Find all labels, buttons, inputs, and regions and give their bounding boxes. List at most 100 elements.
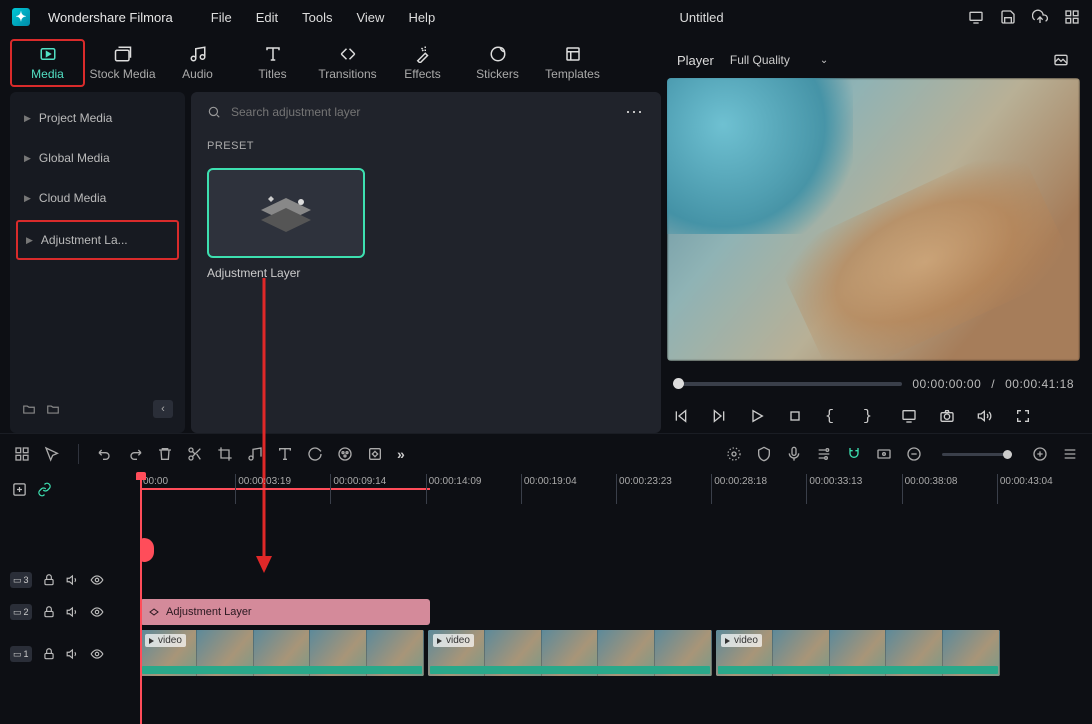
preset-card-adjustment-layer[interactable]: Adjustment Layer [207, 168, 365, 280]
mic-icon[interactable] [786, 446, 802, 462]
redo-icon[interactable] [127, 446, 143, 462]
mute-icon[interactable] [66, 647, 80, 661]
video-clip[interactable]: video [140, 630, 424, 676]
track-badge[interactable]: ▭2 [10, 604, 32, 620]
sidebar: ▶Project Media ▶Global Media ▶Cloud Medi… [10, 92, 185, 433]
mute-icon[interactable] [66, 605, 80, 619]
speed-icon[interactable] [247, 446, 263, 462]
tab-label: Audio [182, 67, 213, 81]
undo-icon[interactable] [97, 446, 113, 462]
stop-icon[interactable] [787, 408, 803, 424]
seek-slider[interactable] [673, 382, 902, 386]
tab-stickers[interactable]: Stickers [460, 41, 535, 85]
tab-label: Templates [545, 67, 600, 81]
prev-frame-icon[interactable] [673, 408, 689, 424]
fullscreen-icon[interactable] [1015, 408, 1031, 424]
sidebar-item-project-media[interactable]: ▶Project Media [10, 98, 185, 138]
menu-help[interactable]: Help [408, 10, 435, 25]
ruler-tick: 00:00:23:23 [619, 476, 672, 487]
snapshot-icon[interactable] [1052, 52, 1070, 68]
zoom-slider[interactable] [942, 453, 1012, 456]
cut-icon[interactable] [187, 446, 203, 462]
menu-view[interactable]: View [356, 10, 384, 25]
delete-icon[interactable] [157, 446, 173, 462]
volume-icon[interactable] [977, 408, 993, 424]
visibility-icon[interactable] [90, 647, 104, 661]
tab-transitions[interactable]: Transitions [310, 41, 385, 85]
camera-icon[interactable] [939, 408, 955, 424]
tab-media[interactable]: Media [10, 39, 85, 87]
sidebar-footer: ‹ [10, 391, 185, 427]
track-content-2[interactable]: Adjustment Layer [140, 596, 1092, 628]
quality-dropdown[interactable]: Full Quality ⌄ [730, 53, 828, 67]
tab-bar: Media Stock Media Audio Titles Transitio… [0, 34, 667, 92]
keyframe-icon[interactable] [367, 446, 383, 462]
sidebar-item-global-media[interactable]: ▶Global Media [10, 138, 185, 178]
play-icon[interactable] [749, 408, 765, 424]
lock-icon[interactable] [42, 647, 56, 661]
folder-icon[interactable] [46, 402, 60, 416]
visibility-icon[interactable] [90, 573, 104, 587]
track-content-1[interactable]: video video video [140, 628, 1092, 680]
marker-icon[interactable] [726, 446, 742, 462]
sidebar-item-adjustment-layer[interactable]: ▶Adjustment La... [16, 220, 179, 260]
lock-icon[interactable] [42, 573, 56, 587]
add-track-icon[interactable] [12, 482, 27, 497]
document-title: Untitled [453, 10, 950, 25]
ruler-gutter [0, 474, 140, 504]
layout-icon[interactable] [14, 446, 30, 462]
mute-icon[interactable] [66, 573, 80, 587]
text-icon[interactable] [277, 446, 293, 462]
crop-icon[interactable] [217, 446, 233, 462]
menu-file[interactable]: File [211, 10, 232, 25]
player-seek-row: 00:00:00:00 / 00:00:41:18 [667, 369, 1080, 399]
menu-bar: File Edit Tools View Help [211, 10, 435, 25]
save-icon[interactable] [1000, 9, 1016, 25]
ruler[interactable]: 00:00 00:00:03:19 00:00:09:14 00:00:14:0… [140, 474, 1092, 504]
menu-edit[interactable]: Edit [256, 10, 278, 25]
mark-in-icon[interactable]: { [825, 408, 841, 424]
mark-out-icon[interactable]: } [863, 408, 879, 424]
new-folder-icon[interactable] [22, 402, 36, 416]
preview-viewport[interactable] [667, 78, 1080, 361]
visibility-icon[interactable] [90, 605, 104, 619]
video-clip[interactable]: video [716, 630, 1000, 676]
track-badge[interactable]: ▭3 [10, 572, 32, 588]
search-input[interactable] [231, 105, 615, 119]
zoom-out-icon[interactable] [906, 446, 922, 462]
play-backward-icon[interactable] [711, 408, 727, 424]
menu-tools[interactable]: Tools [302, 10, 332, 25]
rotate-icon[interactable] [307, 446, 323, 462]
device-icon[interactable] [968, 9, 984, 25]
shield-icon[interactable] [756, 446, 772, 462]
tab-titles[interactable]: Titles [235, 41, 310, 85]
list-view-icon[interactable] [1062, 446, 1078, 462]
video-clip[interactable]: video [428, 630, 712, 676]
display-icon[interactable] [901, 408, 917, 424]
cursor-icon[interactable] [44, 446, 60, 462]
track-badge[interactable]: ▭1 [10, 646, 32, 662]
more-options-button[interactable]: ⋯ [625, 102, 645, 123]
sidebar-item-label: Project Media [39, 111, 112, 125]
preset-thumbnail[interactable] [207, 168, 365, 258]
ruler-tick: 00:00:19:04 [524, 476, 577, 487]
lock-icon[interactable] [42, 605, 56, 619]
link-icon[interactable] [37, 482, 52, 497]
ratio-icon[interactable] [876, 446, 892, 462]
sidebar-item-cloud-media[interactable]: ▶Cloud Media [10, 178, 185, 218]
tab-effects[interactable]: Effects [385, 41, 460, 85]
tab-templates[interactable]: Templates [535, 41, 610, 85]
transitions-icon [337, 45, 359, 63]
tab-audio[interactable]: Audio [160, 41, 235, 85]
adjustment-layer-clip[interactable]: Adjustment Layer [140, 599, 430, 625]
collapse-sidebar-button[interactable]: ‹ [153, 400, 173, 418]
magnet-icon[interactable] [846, 446, 862, 462]
zoom-in-icon[interactable] [1032, 446, 1048, 462]
tab-stock-media[interactable]: Stock Media [85, 41, 160, 85]
color-icon[interactable] [337, 446, 353, 462]
cloud-upload-icon[interactable] [1032, 9, 1048, 25]
track-content-3[interactable] [140, 564, 1092, 596]
mixer-icon[interactable] [816, 446, 832, 462]
apps-icon[interactable] [1064, 9, 1080, 25]
more-tools-button[interactable]: » [397, 446, 405, 462]
